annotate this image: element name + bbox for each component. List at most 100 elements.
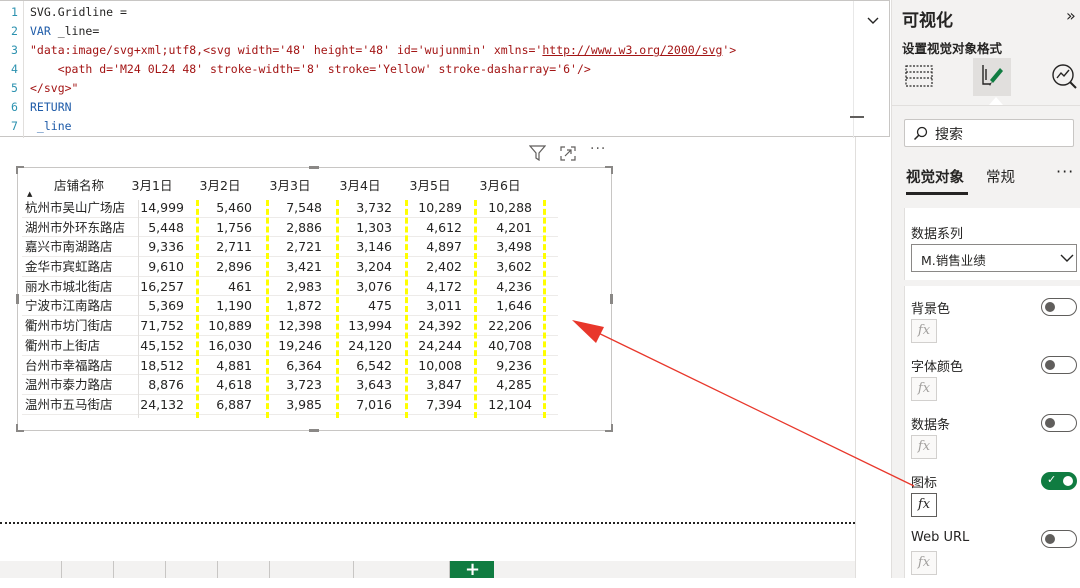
store-name-cell: 湖州市外环东路店 xyxy=(25,219,126,235)
resize-handle-bl[interactable] xyxy=(16,424,24,432)
conditional-format-fx-button[interactable]: fx xyxy=(911,551,937,575)
minimize-icon[interactable] xyxy=(850,116,864,118)
tab-general[interactable]: 常规 xyxy=(986,166,1015,187)
sales-cell: 4,897 xyxy=(426,239,462,255)
sales-cell: 5,369 xyxy=(148,298,184,314)
plus-icon: + xyxy=(465,559,481,580)
column-header[interactable]: 3月4日 xyxy=(332,175,388,194)
table-row[interactable]: 衢州市上街店 45,152 16,030 19,246 24,120 24,244 40,7… xyxy=(22,336,558,356)
table-row[interactable]: 宁波市江南路店 5,369 1,190 1,872 475 3,011 1,646 xyxy=(22,296,558,317)
focus-mode-icon[interactable] xyxy=(560,146,576,161)
resize-handle-br[interactable] xyxy=(605,424,613,432)
search-icon xyxy=(913,126,928,141)
series-dropdown[interactable]: M.销售业绩 xyxy=(911,244,1077,272)
build-visual-tab[interactable] xyxy=(901,58,939,96)
conditional-format-fx-button[interactable]: fx xyxy=(911,319,937,343)
code-line[interactable]: 3 "data:image/svg+xml;utf8,<svg width='48… xyxy=(0,41,850,60)
page-tab[interactable] xyxy=(114,561,166,578)
dax-editor[interactable]: 1 SVG.Gridline = 2 VAR _line= 3 "data:image/s… xyxy=(0,0,890,138)
chevron-down-icon[interactable] xyxy=(866,13,880,27)
table-row[interactable]: 嘉兴市南湖路店 9,336 2,711 2,721 3,146 4,897 3,498 xyxy=(22,237,558,258)
sales-cell: 13,994 xyxy=(348,318,392,334)
sales-cell: 10,008 xyxy=(418,357,462,373)
table-row[interactable]: 丽水市城北街店 16,257 461 2,983 3,076 4,172 4,236 xyxy=(22,277,558,297)
sales-cell: 3,204 xyxy=(356,259,392,275)
pane-title: 可视化 xyxy=(902,11,953,31)
table-row[interactable]: 温州市泰力路店 8,876 4,618 3,723 3,643 3,847 4,285 xyxy=(22,375,558,395)
sales-cell: 10,889 xyxy=(208,318,252,334)
sales-cell: 3,732 xyxy=(356,200,392,215)
sort-ascending-icon[interactable]: ▲ xyxy=(27,190,32,198)
sales-cell: 9,236 xyxy=(496,357,532,373)
resize-handle-right[interactable] xyxy=(610,294,613,304)
conditional-format-fx-button[interactable]: fx xyxy=(911,377,937,401)
column-header[interactable]: 3月3日 xyxy=(262,175,318,194)
line-number: 5 xyxy=(11,81,18,95)
resize-handle-top[interactable] xyxy=(309,166,319,169)
annotation-arrow-line xyxy=(587,327,915,487)
more-options-icon[interactable]: ··· xyxy=(590,141,606,157)
table-row[interactable]: 温州市五马街店 24,132 6,887 3,985 7,016 7,394 12,104 xyxy=(22,395,558,415)
sales-cell: 2,711 xyxy=(216,239,252,255)
code-line[interactable]: 7 _line xyxy=(0,117,850,136)
table-row[interactable]: 湖州市外环东路店 5,448 1,756 2,886 1,303 4,612 4,201 xyxy=(22,218,558,238)
format-option-row: 字体颜色 fx xyxy=(905,356,1080,414)
format-visual-tab[interactable] xyxy=(973,58,1011,96)
column-header[interactable]: 3月5日 xyxy=(402,175,458,194)
resize-handle-bottom[interactable] xyxy=(309,429,319,432)
resize-handle-left[interactable] xyxy=(16,294,19,304)
code-line[interactable]: 6 RETURN xyxy=(0,98,850,117)
page-tab[interactable] xyxy=(0,561,62,578)
table-row[interactable]: 杭州市吴山广场店 14,999 5,460 7,548 3,732 10,289 10,28… xyxy=(22,198,558,218)
toggle-switch[interactable] xyxy=(1041,356,1077,374)
column-header[interactable]: 3月2日 xyxy=(192,175,248,194)
column-header[interactable]: 店铺名称 xyxy=(54,175,104,194)
code-token: VAR xyxy=(30,24,51,38)
column-header[interactable]: 3月1日 xyxy=(124,175,180,194)
conditional-format-fx-button[interactable]: fx xyxy=(911,435,937,459)
column-header[interactable]: 3月6日 xyxy=(472,175,528,194)
filter-icon[interactable] xyxy=(529,145,546,161)
code-line[interactable]: 2 VAR _line= xyxy=(0,22,850,41)
more-options-icon[interactable]: ··· xyxy=(1056,162,1074,181)
table-row[interactable]: 台州市幸福路店 18,512 4,881 6,364 6,542 10,008 9,236 xyxy=(22,356,558,376)
table-visual[interactable]: 店铺名称 3月1日 3月2日 3月3日 3月4日 3月5日 3月6日 ▲ 杭州市吴山广场店 14,… xyxy=(16,166,613,432)
sales-cell: 10,288 xyxy=(488,200,532,215)
sales-cell: 4,612 xyxy=(426,219,462,235)
toggle-switch[interactable] xyxy=(1041,530,1077,548)
code-line[interactable]: 5 </svg>" xyxy=(0,79,850,98)
sales-cell: 1,872 xyxy=(286,298,322,314)
sales-cell: 3,847 xyxy=(426,377,462,393)
sales-cell: 3,146 xyxy=(356,239,392,255)
page-tab[interactable] xyxy=(270,561,354,578)
code-line[interactable]: 1 SVG.Gridline = xyxy=(0,3,850,22)
conditional-format-fx-button[interactable]: fx xyxy=(911,493,937,517)
search-input[interactable]: 搜索 xyxy=(904,119,1074,147)
code-token: <path d='M24 0L24 48' stroke-width='8' s… xyxy=(30,62,591,76)
add-page-button[interactable]: + xyxy=(450,559,494,580)
page-tab[interactable] xyxy=(166,561,218,578)
page-boundary xyxy=(0,522,855,524)
toggle-switch[interactable]: ✓ xyxy=(1041,472,1077,490)
page-tab[interactable] xyxy=(354,561,450,578)
table-row[interactable]: 金华市宾虹路店 9,610 2,896 3,421 3,204 2,402 3,602 xyxy=(22,257,558,277)
page-tab[interactable] xyxy=(62,561,114,578)
store-name-cell: 温州市泰力路店 xyxy=(25,377,113,393)
code-line[interactable]: 4 <path d='M24 0L24 48' stroke-width='8'… xyxy=(0,60,850,79)
format-option-label: Web URL xyxy=(911,530,970,545)
store-name-cell: 衢州市坊门街店 xyxy=(25,318,113,334)
sales-cell: 1,646 xyxy=(496,298,532,314)
toggle-switch[interactable] xyxy=(1041,298,1077,316)
code-token: SVG.Gridline = xyxy=(30,5,127,19)
table-row[interactable]: 衢州市坊门街店 71,752 10,889 12,398 13,994 24,392 22,… xyxy=(22,316,558,336)
toggle-switch[interactable] xyxy=(1041,414,1077,432)
tab-visual[interactable]: 视觉对象 xyxy=(906,166,964,187)
page-tab[interactable] xyxy=(218,561,270,578)
collapse-pane-icon[interactable]: » xyxy=(1066,6,1076,25)
analytics-tab[interactable] xyxy=(1048,58,1080,96)
code-text: RETURN xyxy=(30,98,72,117)
toggle-knob xyxy=(1063,476,1073,486)
sales-cell: 461 xyxy=(228,278,252,294)
resize-handle-tr[interactable] xyxy=(605,166,613,174)
sales-cell: 19,246 xyxy=(278,337,322,353)
